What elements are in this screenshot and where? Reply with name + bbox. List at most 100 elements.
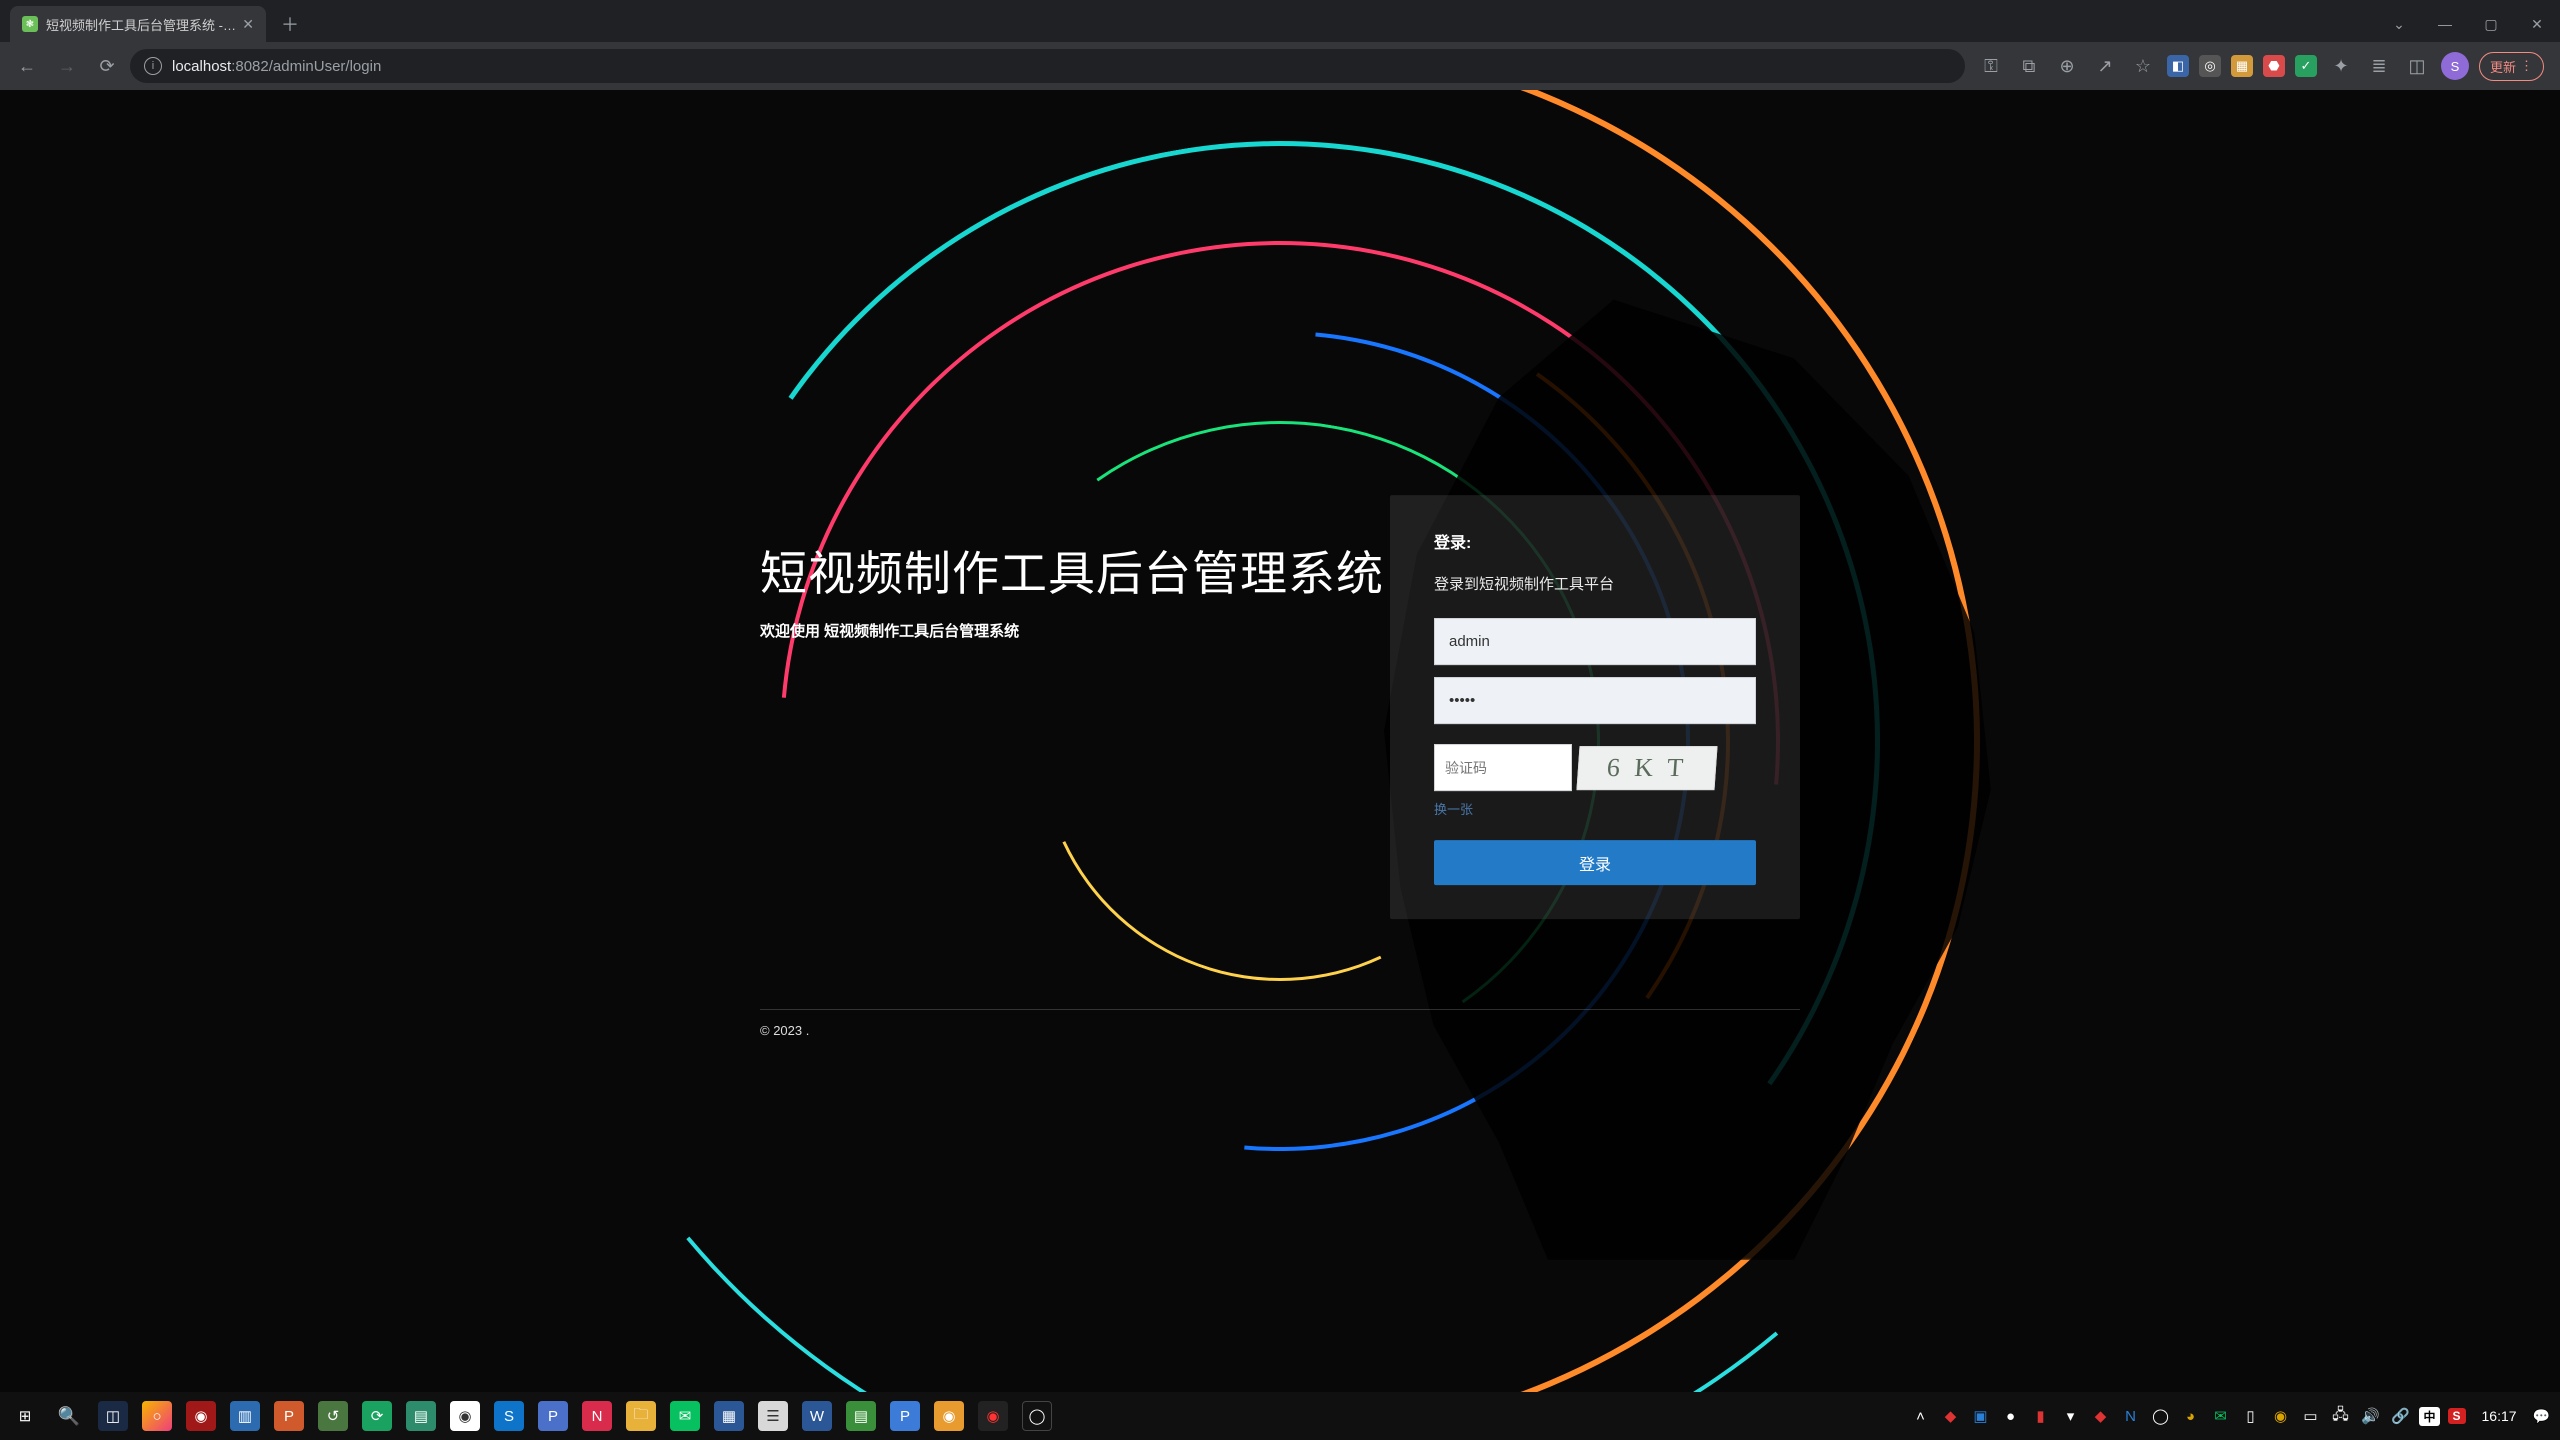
taskbar-app-icon[interactable]: ⟳ [356,1395,398,1437]
password-key-icon[interactable]: ⚿ [1977,52,2005,80]
kebab-menu-icon: ⋮ [2520,58,2533,74]
taskbar-app-icon[interactable]: ◉ [972,1395,1014,1437]
update-label: 更新 [2490,57,2516,76]
tray-icon[interactable]: ▾ [2059,1405,2081,1427]
network-icon[interactable]: 🖧 [2329,1405,2351,1427]
extension-icon[interactable]: ✓ [2295,55,2317,77]
tray-icon[interactable]: ● [1999,1405,2021,1427]
install-app-icon[interactable]: ⧉ [2015,52,2043,80]
extension-icon[interactable]: ◧ [2167,55,2189,77]
tray-icon[interactable]: ▮ [2029,1405,2051,1427]
login-button[interactable]: 登录 [1434,840,1756,885]
tray-icon[interactable]: ▯ [2239,1405,2261,1427]
spring-favicon-icon: ❃ [22,16,38,32]
tab-title: 短视频制作工具后台管理系统 - 登 [46,15,236,34]
tray-icon[interactable]: ◆ [2089,1405,2111,1427]
login-layout: 短视频制作工具后台管理系统 欢迎使用 短视频制作工具后台管理系统 登录: 登录到… [760,495,1800,919]
site-info-icon[interactable]: i [144,57,162,75]
taskbar-app-icon[interactable]: P [884,1395,926,1437]
url-path: :8082/adminUser/login [231,58,381,75]
taskbar-app-icon[interactable]: ▤ [840,1395,882,1437]
tray-icon[interactable]: ◕ [2179,1405,2201,1427]
browser-update-button[interactable]: 更新 ⋮ [2479,52,2544,81]
captcha-image[interactable]: 6 K T [1576,746,1717,790]
bookmark-star-icon[interactable]: ☆ [2129,52,2157,80]
nav-reload-icon[interactable]: ⟳ [90,49,124,83]
taskbar-app-icon[interactable]: ◯ [1016,1395,1058,1437]
ime-mode-indicator[interactable]: S [2448,1408,2466,1424]
nav-back-icon[interactable]: ← [10,49,44,83]
taskbar-app-icon[interactable]: ▥ [224,1395,266,1437]
tray-icon[interactable]: ◯ [2149,1405,2171,1427]
tab-strip: ❃ 短视频制作工具后台管理系统 - 登 ✕ ＋ ⌄ ― ▢ ✕ [0,0,2560,42]
taskbar-clock[interactable]: 16:17 [2474,1408,2525,1424]
ime-language-indicator[interactable]: 中 [2419,1407,2439,1426]
task-view-icon[interactable]: ◫ [92,1395,134,1437]
taskbar-app-icon[interactable]: ↺ [312,1395,354,1437]
taskbar-app-icon[interactable]: ◉ [180,1395,222,1437]
tray-icon[interactable]: ▣ [1969,1405,1991,1427]
search-icon[interactable]: 🔍 [48,1395,90,1437]
browser-chrome: ❃ 短视频制作工具后台管理系统 - 登 ✕ ＋ ⌄ ― ▢ ✕ ← → ⟳ i … [0,0,2560,90]
system-tray[interactable]: ˄ ◆ ▣ ● ▮ ▾ ◆ N ◯ ◕ ✉ ▯ ◉ ▭ 🖧 🔊 🔗 中 S [1909,1405,2465,1427]
browser-tab[interactable]: ❃ 短视频制作工具后台管理系统 - 登 ✕ [10,6,266,42]
taskbar-app-icon[interactable]: S [488,1395,530,1437]
taskbar-app-icon[interactable]: ▦ [708,1395,750,1437]
refresh-captcha-link[interactable]: 换一张 [1434,799,1756,818]
panel-description: 登录到短视频制作工具平台 [1434,573,1756,594]
window-controls: ⌄ ― ▢ ✕ [2376,6,2560,42]
tray-icon[interactable]: N [2119,1405,2141,1427]
page-subtitle: 欢迎使用 短视频制作工具后台管理系统 [760,620,1390,641]
chrome-icon[interactable]: ◉ [444,1395,486,1437]
wechat-icon[interactable]: ✉ [664,1395,706,1437]
url-host: localhost [172,58,231,75]
start-button[interactable]: ⊞ [4,1395,46,1437]
battery-icon[interactable]: ▭ [2299,1405,2321,1427]
windows-taskbar: ⊞ 🔍 ◫ ○ ◉ ▥ P ↺ ⟳ ▤ ◉ S P N 🗀 ✉ ▦ ☰ W ▤ … [0,1392,2560,1440]
omnibox[interactable]: i localhost:8082/adminUser/login [130,49,1965,83]
extension-icon[interactable]: ◎ [2199,55,2221,77]
panel-title: 登录: [1434,529,1756,553]
side-panel-icon[interactable]: ◫ [2403,52,2431,80]
taskbar-app-icon[interactable]: ▤ [400,1395,442,1437]
username-input[interactable] [1434,618,1756,665]
window-minimize-icon[interactable]: ― [2422,6,2468,42]
password-input[interactable] [1434,677,1756,724]
share-icon[interactable]: ↗ [2091,52,2119,80]
tray-chevron-up-icon[interactable]: ˄ [1909,1405,1931,1427]
login-panel: 登录: 登录到短视频制作工具平台 6 K T 换一张 登录 [1390,495,1800,919]
window-close-icon[interactable]: ✕ [2514,6,2560,42]
tray-icon[interactable]: 🔗 [2389,1405,2411,1427]
extension-icon[interactable]: ▦ [2231,55,2253,77]
chevron-down-icon[interactable]: ⌄ [2376,6,2422,42]
window-maximize-icon[interactable]: ▢ [2468,6,2514,42]
taskbar-app-icon[interactable]: N [576,1395,618,1437]
zoom-icon[interactable]: ⊕ [2053,52,2081,80]
file-explorer-icon[interactable]: 🗀 [620,1395,662,1437]
taskbar-app-icon[interactable]: ☰ [752,1395,794,1437]
tab-close-icon[interactable]: ✕ [242,16,254,33]
captcha-input[interactable] [1434,744,1572,791]
taskbar-app-icon[interactable]: P [532,1395,574,1437]
volume-icon[interactable]: 🔊 [2359,1405,2381,1427]
footer-divider [760,1009,1800,1010]
word-icon[interactable]: W [796,1395,838,1437]
new-tab-button[interactable]: ＋ [276,10,304,38]
taskbar-app-icon[interactable]: P [268,1395,310,1437]
hero-text: 短视频制作工具后台管理系统 欢迎使用 短视频制作工具后台管理系统 [760,495,1390,641]
wechat-tray-icon[interactable]: ✉ [2209,1405,2231,1427]
nav-forward-icon[interactable]: → [50,49,84,83]
extension-icon[interactable]: ⬣ [2263,55,2285,77]
page-viewport: 短视频制作工具后台管理系统 欢迎使用 短视频制作工具后台管理系统 登录: 登录到… [0,90,2560,1392]
taskbar-app-icon[interactable]: ○ [136,1395,178,1437]
toolbar-right: ⚿ ⧉ ⊕ ↗ ☆ ◧ ◎ ▦ ⬣ ✓ ✦ ≣ ◫ S 更新 ⋮ [1971,52,2550,81]
profile-avatar[interactable]: S [2441,52,2469,80]
reading-list-icon[interactable]: ≣ [2365,52,2393,80]
tray-icon[interactable]: ◆ [1939,1405,1961,1427]
tray-icon[interactable]: ◉ [2269,1405,2291,1427]
action-center-icon[interactable]: 💬 [2533,1408,2550,1425]
taskbar-app-icon[interactable]: ◉ [928,1395,970,1437]
copyright-text: © 2023 . [760,1023,1800,1038]
page-title: 短视频制作工具后台管理系统 [760,535,1390,604]
extensions-puzzle-icon[interactable]: ✦ [2327,52,2355,80]
